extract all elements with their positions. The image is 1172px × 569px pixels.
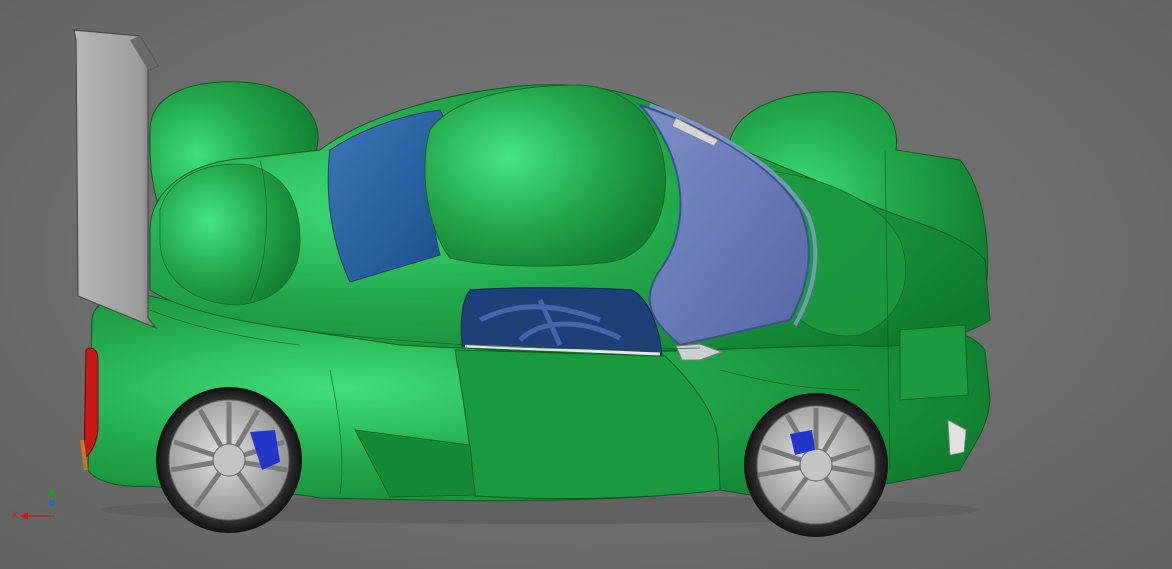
graphics-viewport[interactable]: x xyxy=(0,0,1172,569)
car-model[interactable] xyxy=(0,0,1172,569)
coordinate-triad: x xyxy=(8,484,68,528)
triad-x-label: x xyxy=(12,510,18,520)
taillight[interactable] xyxy=(83,347,99,459)
door-panel[interactable] xyxy=(454,349,721,499)
triad-arrows xyxy=(20,488,56,520)
rear-deck xyxy=(159,163,301,306)
roof[interactable] xyxy=(424,84,666,267)
front-canard xyxy=(899,324,969,401)
rear-wheel[interactable] xyxy=(156,387,302,533)
front-wheel[interactable] xyxy=(744,393,888,537)
rear-wing[interactable] xyxy=(73,29,159,330)
